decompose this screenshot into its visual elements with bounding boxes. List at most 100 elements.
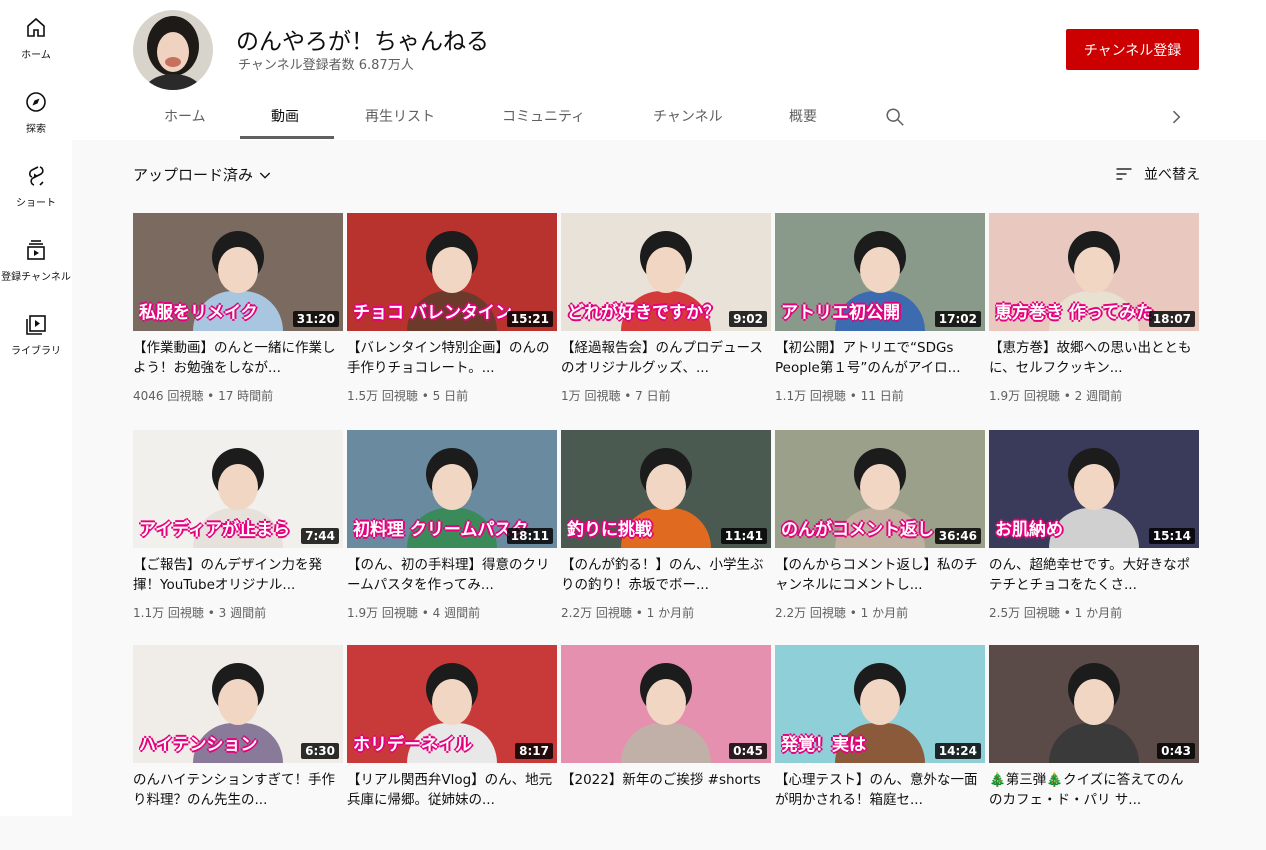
video-thumbnail[interactable]: 発覚！実は 14:24 bbox=[775, 645, 985, 763]
video-title[interactable]: のんハイテンションすぎて！手作り料理？のん先生の... bbox=[133, 770, 341, 810]
video-meta: 1万 回視聴 • 7 日前 bbox=[561, 387, 671, 404]
meta-separator: • bbox=[203, 606, 219, 620]
video-card[interactable]: 0:45 【2022】新年のご挨拶 #shorts bbox=[561, 645, 771, 850]
guide-item-library[interactable]: ライブラリ bbox=[0, 296, 72, 370]
video-card[interactable]: アトリエ初公開 17:02 【初公開】アトリエで“SDGs People第１号”のん… bbox=[775, 213, 985, 418]
video-card[interactable]: 初料理 クリームパスタ 18:11 【のん、初の手料理】得意のクリームパスタを作って… bbox=[347, 430, 557, 635]
video-card[interactable]: 発覚！実は 14:24 【心理テスト】のん、意外な一面が明かされる！箱庭セ... bbox=[775, 645, 985, 850]
video-card[interactable]: どれが好きですか？ 9:02 【経過報告会】のんプロデュースのオリジナルグッズ、..… bbox=[561, 213, 771, 418]
tab-community[interactable]: コミュニティ bbox=[502, 106, 585, 126]
video-title[interactable]: 🎄第三弾🎄クイズに答えてのんのカフェ・ド・パリ サ... bbox=[989, 770, 1197, 810]
tab-videos[interactable]: 動画 bbox=[271, 106, 299, 126]
upload-filter-dropdown[interactable]: アップロード済み bbox=[133, 164, 273, 185]
video-views: 4046 回視聴 bbox=[133, 389, 204, 403]
video-title[interactable]: 【恵方巻】故郷への思い出とともに、セルフクッキン... bbox=[989, 338, 1197, 378]
video-card[interactable]: ハイテンション 6:30 のんハイテンションすぎて！手作り料理？のん先生の... bbox=[133, 645, 343, 850]
guide-item-subscriptions[interactable]: 登録チャンネル bbox=[0, 222, 72, 296]
video-thumbnail[interactable]: 恵方巻き 作ってみた 18:07 bbox=[989, 213, 1199, 331]
video-views: 1万 回視聴 bbox=[561, 389, 621, 403]
video-card[interactable]: アイディアが止まら 7:44 【ご報告】のんデザイン力を発揮！YouTubeオリジナ… bbox=[133, 430, 343, 635]
video-title[interactable]: 【のん、初の手料理】得意のクリームパスタを作ってみ... bbox=[347, 555, 555, 595]
video-age: 5 日前 bbox=[432, 389, 469, 403]
video-duration-badge: 31:20 bbox=[292, 311, 339, 327]
video-thumbnail[interactable]: ハイテンション 6:30 bbox=[133, 645, 343, 763]
guide-item-shorts[interactable]: ショート bbox=[0, 148, 72, 222]
chevron-right-icon[interactable] bbox=[1166, 106, 1186, 128]
video-title[interactable]: 【バレンタイン特別企画】のんの手作りチョコレート。... bbox=[347, 338, 555, 378]
guide-item-home[interactable]: ホーム bbox=[0, 0, 72, 74]
chevron-down-icon bbox=[259, 172, 271, 179]
video-thumbnail[interactable]: 初料理 クリームパスタ 18:11 bbox=[347, 430, 557, 548]
video-thumbnail[interactable]: どれが好きですか？ 9:02 bbox=[561, 213, 771, 331]
video-age: 17 時間前 bbox=[218, 389, 274, 403]
video-thumbnail[interactable]: アトリエ初公開 17:02 bbox=[775, 213, 985, 331]
video-age: 1 か月前 bbox=[1074, 606, 1123, 620]
video-card[interactable]: 0:43 🎄第三弾🎄クイズに答えてのんのカフェ・ド・パリ サ... bbox=[989, 645, 1199, 850]
video-card[interactable]: お肌納め 15:14 のん、超絶幸せです。大好きなポテチとチョコをたくさ... 2.5… bbox=[989, 430, 1199, 635]
video-thumbnail[interactable]: 私服をリメイク 31:20 bbox=[133, 213, 343, 331]
video-duration-badge: 15:21 bbox=[506, 311, 553, 327]
meta-separator: • bbox=[845, 606, 861, 620]
video-card[interactable]: 私服をリメイク 31:20 【作業動画】のんと一緒に作業しよう！お勉強をしなが...… bbox=[133, 213, 343, 418]
video-card[interactable]: のんがコメント返し 36:46 【のんからコメント返し】私のチャンネルにコメントし.… bbox=[775, 430, 985, 635]
video-title[interactable]: のん、超絶幸せです。大好きなポテチとチョコをたくさ... bbox=[989, 555, 1197, 595]
meta-separator: • bbox=[1059, 606, 1075, 620]
thumbnail-face bbox=[646, 679, 686, 725]
video-card[interactable]: 釣りに挑戦 11:41 【のんが釣る！】のん、小学生ぶりの釣り！赤坂でボー... 2.… bbox=[561, 430, 771, 635]
video-views: 1.1万 回視聴 bbox=[133, 606, 204, 620]
video-title[interactable]: 【2022】新年のご挨拶 #shorts bbox=[561, 770, 769, 810]
video-title[interactable]: 【心理テスト】のん、意外な一面が明かされる！箱庭セ... bbox=[775, 770, 983, 810]
video-title[interactable]: 【のんが釣る！】のん、小学生ぶりの釣り！赤坂でボー... bbox=[561, 555, 769, 595]
sort-button[interactable]: 並べ替え bbox=[1114, 164, 1200, 184]
video-duration-badge: 17:02 bbox=[934, 311, 981, 327]
video-card[interactable]: 恵方巻き 作ってみた 18:07 【恵方巻】故郷への思い出とともに、セルフクッキン.… bbox=[989, 213, 1199, 418]
video-card[interactable]: チョコ バレンタイン 15:21 【バレンタイン特別企画】のんの手作りチョコレート。… bbox=[347, 213, 557, 418]
video-duration-badge: 9:02 bbox=[729, 311, 767, 327]
video-title[interactable]: 【ご報告】のんデザイン力を発揮！YouTubeオリジナル... bbox=[133, 555, 341, 595]
video-thumbnail[interactable]: 0:45 bbox=[561, 645, 771, 763]
tab-home[interactable]: ホーム bbox=[164, 106, 206, 126]
guide-item-explore[interactable]: 探索 bbox=[0, 74, 72, 148]
video-title[interactable]: 【経過報告会】のんプロデュースのオリジナルグッズ、... bbox=[561, 338, 769, 378]
meta-separator: • bbox=[203, 389, 219, 403]
video-duration-badge: 7:44 bbox=[301, 528, 339, 544]
tab-playlists[interactable]: 再生リスト bbox=[365, 106, 435, 126]
video-views: 2.5万 回視聴 bbox=[989, 606, 1060, 620]
video-thumbnail[interactable]: 0:43 bbox=[989, 645, 1199, 763]
search-icon[interactable] bbox=[884, 106, 906, 128]
thumbnail-face bbox=[860, 464, 900, 510]
video-title[interactable]: 【のんからコメント返し】私のチャンネルにコメントし... bbox=[775, 555, 983, 595]
sort-label: 並べ替え bbox=[1144, 167, 1200, 183]
video-card[interactable]: ホリデーネイル 8:17 【リアル関西弁Vlog】のん、地元兵庫に帰郷。従姉妹の..… bbox=[347, 645, 557, 850]
thumbnail-face bbox=[1074, 464, 1114, 510]
video-meta: 1.5万 回視聴 • 5 日前 bbox=[347, 387, 468, 404]
video-title[interactable]: 【作業動画】のんと一緒に作業しよう！お勉強をしなが... bbox=[133, 338, 341, 378]
video-meta: 4046 回視聴 • 17 時間前 bbox=[133, 387, 273, 404]
thumbnail-face bbox=[432, 679, 472, 725]
guide-item-label: ライブラリ bbox=[11, 346, 61, 357]
subscribe-button[interactable]: チャンネル登録 bbox=[1066, 29, 1199, 70]
tab-channels[interactable]: チャンネル bbox=[653, 106, 723, 126]
video-duration-badge: 15:14 bbox=[1148, 528, 1195, 544]
video-meta: 1.1万 回視聴 • 3 週間前 bbox=[133, 604, 266, 621]
video-title[interactable]: 【初公開】アトリエで“SDGs People第１号”のんがアイロ... bbox=[775, 338, 983, 378]
video-views: 1.9万 回視聴 bbox=[347, 606, 418, 620]
channel-avatar[interactable] bbox=[133, 10, 213, 90]
tab-about[interactable]: 概要 bbox=[789, 106, 817, 126]
video-thumbnail[interactable]: チョコ バレンタイン 15:21 bbox=[347, 213, 557, 331]
video-views: 2.2万 回視聴 bbox=[561, 606, 632, 620]
video-thumbnail[interactable]: のんがコメント返し 36:46 bbox=[775, 430, 985, 548]
video-thumbnail[interactable]: ホリデーネイル 8:17 bbox=[347, 645, 557, 763]
meta-separator: • bbox=[417, 389, 433, 403]
home-icon bbox=[27, 17, 45, 37]
video-thumbnail[interactable]: 釣りに挑戦 11:41 bbox=[561, 430, 771, 548]
video-thumbnail[interactable]: お肌納め 15:14 bbox=[989, 430, 1199, 548]
video-title[interactable]: 【リアル関西弁Vlog】のん、地元兵庫に帰郷。従姉妹の... bbox=[347, 770, 555, 810]
upload-filter-label: アップロード済み bbox=[133, 166, 254, 184]
video-age: 2 週間前 bbox=[1074, 389, 1123, 403]
video-meta: 2.2万 回視聴 • 1 か月前 bbox=[561, 604, 694, 621]
video-thumbnail[interactable]: アイディアが止まら 7:44 bbox=[133, 430, 343, 548]
video-meta: 2.2万 回視聴 • 1 か月前 bbox=[775, 604, 908, 621]
guide-item-label: ホーム bbox=[21, 50, 51, 61]
video-views: 1.9万 回視聴 bbox=[989, 389, 1060, 403]
